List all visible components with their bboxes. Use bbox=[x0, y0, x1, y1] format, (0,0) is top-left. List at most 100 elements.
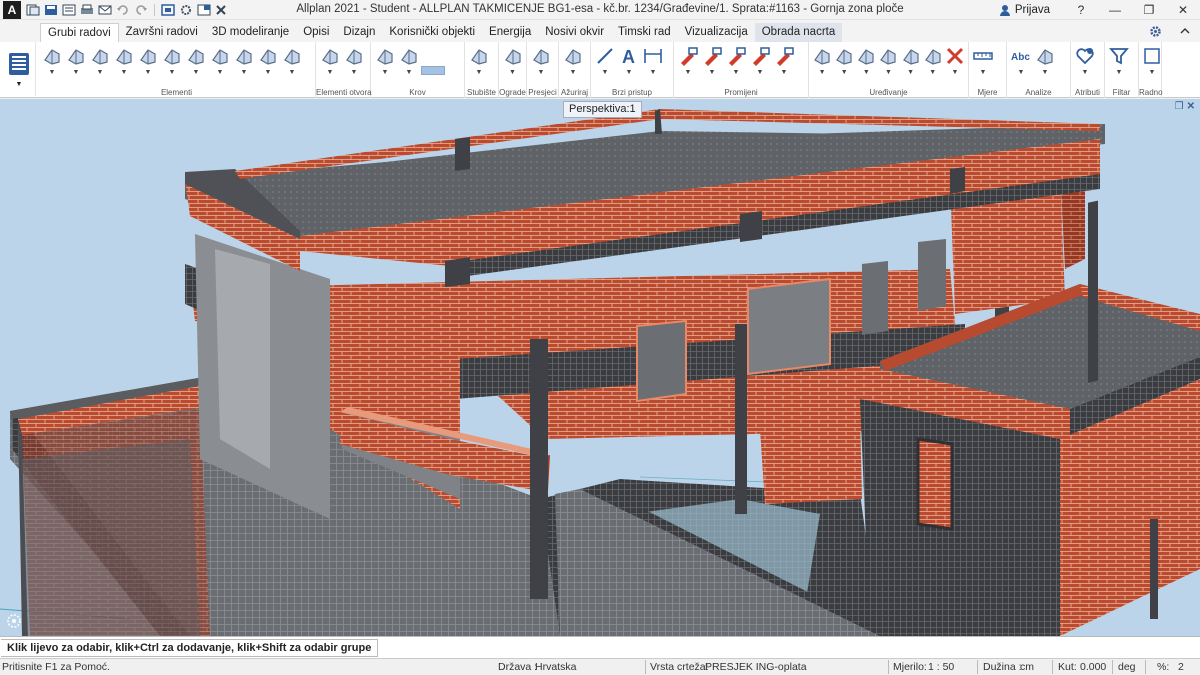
mirror-icon[interactable]: ▼ bbox=[878, 46, 898, 77]
settings-icon[interactable] bbox=[178, 3, 194, 17]
email-icon[interactable] bbox=[97, 3, 113, 17]
ribbon-group-a-uriraj: ▼ Ažuriraj bbox=[559, 42, 591, 98]
beam2-icon[interactable]: ▼ bbox=[161, 46, 183, 77]
edit-icon[interactable]: ▼ bbox=[677, 46, 699, 77]
edit4-icon[interactable]: ▼ bbox=[749, 46, 771, 77]
tab-dizajn[interactable]: Dizajn bbox=[336, 23, 382, 42]
ribbon-group-icons: ▼ bbox=[1071, 42, 1104, 86]
print-icon[interactable] bbox=[79, 3, 95, 17]
tab-vizualizacija[interactable]: Vizualizacija bbox=[678, 23, 755, 42]
tab-grubi-radovi[interactable]: Grubi radovi bbox=[40, 23, 119, 42]
text-icon[interactable]: A ▼ bbox=[618, 46, 640, 77]
tab-zavr-ni-radovi[interactable]: Završni radovi bbox=[119, 23, 205, 42]
dropdown-arrow-icon: ▼ bbox=[264, 69, 272, 76]
analyze-icon[interactable]: ▼ bbox=[1034, 46, 1056, 77]
status-scale-value[interactable]: 1 : 50 bbox=[928, 661, 954, 673]
ribbon-group-icons: ▼ ▼ ▼ ▼ ▼ ▼ ▼ ▼ ▼ ▼ ▼ bbox=[38, 42, 315, 86]
more-icon[interactable]: ▼ bbox=[1142, 46, 1162, 77]
edit2-icon[interactable]: ▼ bbox=[701, 46, 723, 77]
status-length-value[interactable]: cm bbox=[1020, 661, 1034, 673]
redo-icon[interactable] bbox=[133, 3, 149, 17]
status-angle-unit[interactable]: deg bbox=[1118, 661, 1136, 673]
stair2-icon[interactable]: ▼ bbox=[113, 46, 135, 77]
wall6-icon[interactable]: ▼ bbox=[281, 46, 303, 77]
status-drawing-type-value[interactable]: PRESJEK ING-oplata bbox=[705, 661, 807, 673]
tab-energija[interactable]: Energija bbox=[482, 23, 538, 42]
dropdown-arrow-icon: ▼ bbox=[684, 69, 692, 76]
signin-button[interactable]: Prijava bbox=[999, 4, 1050, 16]
beam-icon[interactable]: ▼ bbox=[137, 46, 159, 77]
line-icon[interactable]: ▼ bbox=[594, 46, 616, 77]
ruler-icon[interactable]: ▼ bbox=[972, 46, 994, 77]
roof-icon[interactable]: ▼ bbox=[374, 46, 396, 77]
wall3-icon[interactable]: ▼ bbox=[209, 46, 231, 77]
dropdown-arrow-icon: ▼ bbox=[1081, 69, 1089, 76]
open-icon[interactable] bbox=[61, 3, 77, 17]
dropdown-arrow-icon: ▼ bbox=[1041, 69, 1049, 76]
undo-icon[interactable] bbox=[115, 3, 131, 17]
minimize-button[interactable]: — bbox=[1098, 0, 1132, 20]
wall5-icon[interactable]: ▼ bbox=[257, 46, 279, 77]
save-icon[interactable] bbox=[43, 3, 59, 17]
task-palette-button[interactable]: ▼ bbox=[3, 42, 36, 96]
stair-icon[interactable]: ▼ bbox=[468, 46, 490, 77]
new-file-icon[interactable] bbox=[25, 3, 41, 17]
roof-color-swatch[interactable] bbox=[421, 66, 445, 75]
close-viewport-icon[interactable]: ✕ bbox=[1187, 101, 1195, 112]
dimension-icon[interactable]: ▼ bbox=[642, 46, 664, 77]
roof2-icon[interactable]: ▼ bbox=[398, 46, 420, 77]
building-model[interactable] bbox=[0, 99, 1200, 636]
abc-icon[interactable]: Abc ▼ bbox=[1010, 46, 1032, 77]
railing-icon[interactable]: ▼ bbox=[502, 46, 523, 77]
tab-korisni-ki-objekti[interactable]: Korisnički objekti bbox=[382, 23, 482, 42]
status-country-value[interactable]: Hrvatska bbox=[535, 661, 576, 673]
status-percent-value[interactable]: 2 bbox=[1178, 661, 1184, 673]
ribbon-group-label: Ograde bbox=[499, 88, 526, 97]
gear-icon[interactable] bbox=[1148, 24, 1162, 38]
ribbon-group-icons: ▼ A ▼ ▼ bbox=[591, 42, 673, 86]
ribbon-group-label: Radno bbox=[1139, 88, 1163, 97]
restore-viewport-icon[interactable]: ❐ bbox=[1175, 101, 1184, 112]
edit3-icon[interactable]: ▼ bbox=[725, 46, 747, 77]
tab-nosivi-okvir[interactable]: Nosivi okvir bbox=[538, 23, 611, 42]
heart-icon[interactable]: ▼ bbox=[1074, 46, 1096, 77]
tools-icon[interactable] bbox=[214, 3, 230, 17]
tab-opisi[interactable]: Opisi bbox=[296, 23, 336, 42]
door-icon[interactable]: ▼ bbox=[319, 46, 341, 77]
help-icon[interactable]: ? bbox=[1064, 0, 1098, 20]
tab-timski-rad[interactable]: Timski rad bbox=[611, 23, 678, 42]
3d-viewport[interactable] bbox=[0, 99, 1200, 636]
ribbon-group-elementi: ▼ ▼ ▼ ▼ ▼ ▼ ▼ ▼ ▼ ▼ ▼ Elementi bbox=[38, 42, 316, 98]
section-icon[interactable]: ▼ bbox=[530, 46, 552, 77]
delete-icon[interactable]: ▼ bbox=[945, 46, 965, 77]
copy-icon[interactable]: ▼ bbox=[812, 46, 832, 77]
update-icon[interactable]: ▼ bbox=[562, 46, 584, 77]
status-angle-value[interactable]: 0.000 bbox=[1080, 661, 1106, 673]
copy-icon[interactable] bbox=[160, 3, 176, 17]
roofcolor-icon[interactable] bbox=[421, 46, 445, 75]
wall-icon[interactable]: ▼ bbox=[41, 46, 63, 77]
move-icon[interactable]: ▼ bbox=[834, 46, 854, 77]
minimize-ribbon-icon[interactable] bbox=[1178, 24, 1192, 38]
filter-icon[interactable]: ▼ bbox=[1108, 46, 1130, 77]
resize-icon[interactable]: ▼ bbox=[923, 46, 943, 77]
wall4-icon[interactable]: ▼ bbox=[233, 46, 255, 77]
tab-3d-modeliranje[interactable]: 3D modeliranje bbox=[205, 23, 296, 42]
dropdown-arrow-icon: ▼ bbox=[405, 69, 413, 76]
edit5-icon[interactable]: ▼ bbox=[773, 46, 795, 77]
wall2-icon[interactable]: ▼ bbox=[65, 46, 87, 77]
stretch-icon[interactable]: ▼ bbox=[901, 46, 921, 77]
app-logo[interactable]: A bbox=[3, 0, 21, 19]
window-grid-icon[interactable]: ▼ bbox=[343, 46, 365, 77]
svg-text:A: A bbox=[622, 47, 635, 66]
rotate-icon[interactable]: ▼ bbox=[856, 46, 876, 77]
column-icon[interactable]: ▼ bbox=[89, 46, 111, 77]
dropdown-arrow-icon: ▼ bbox=[1148, 69, 1156, 76]
maximize-button[interactable]: ❐ bbox=[1132, 0, 1166, 20]
grid-icon[interactable]: ▼ bbox=[185, 46, 207, 77]
navigation-icon[interactable] bbox=[6, 613, 22, 629]
tab-obrada-nacrta[interactable]: Obrada nacrta bbox=[754, 23, 843, 42]
close-button[interactable]: ✕ bbox=[1166, 0, 1200, 20]
windows-icon[interactable] bbox=[196, 3, 212, 17]
dropdown-arrow-icon: ▼ bbox=[120, 69, 128, 76]
